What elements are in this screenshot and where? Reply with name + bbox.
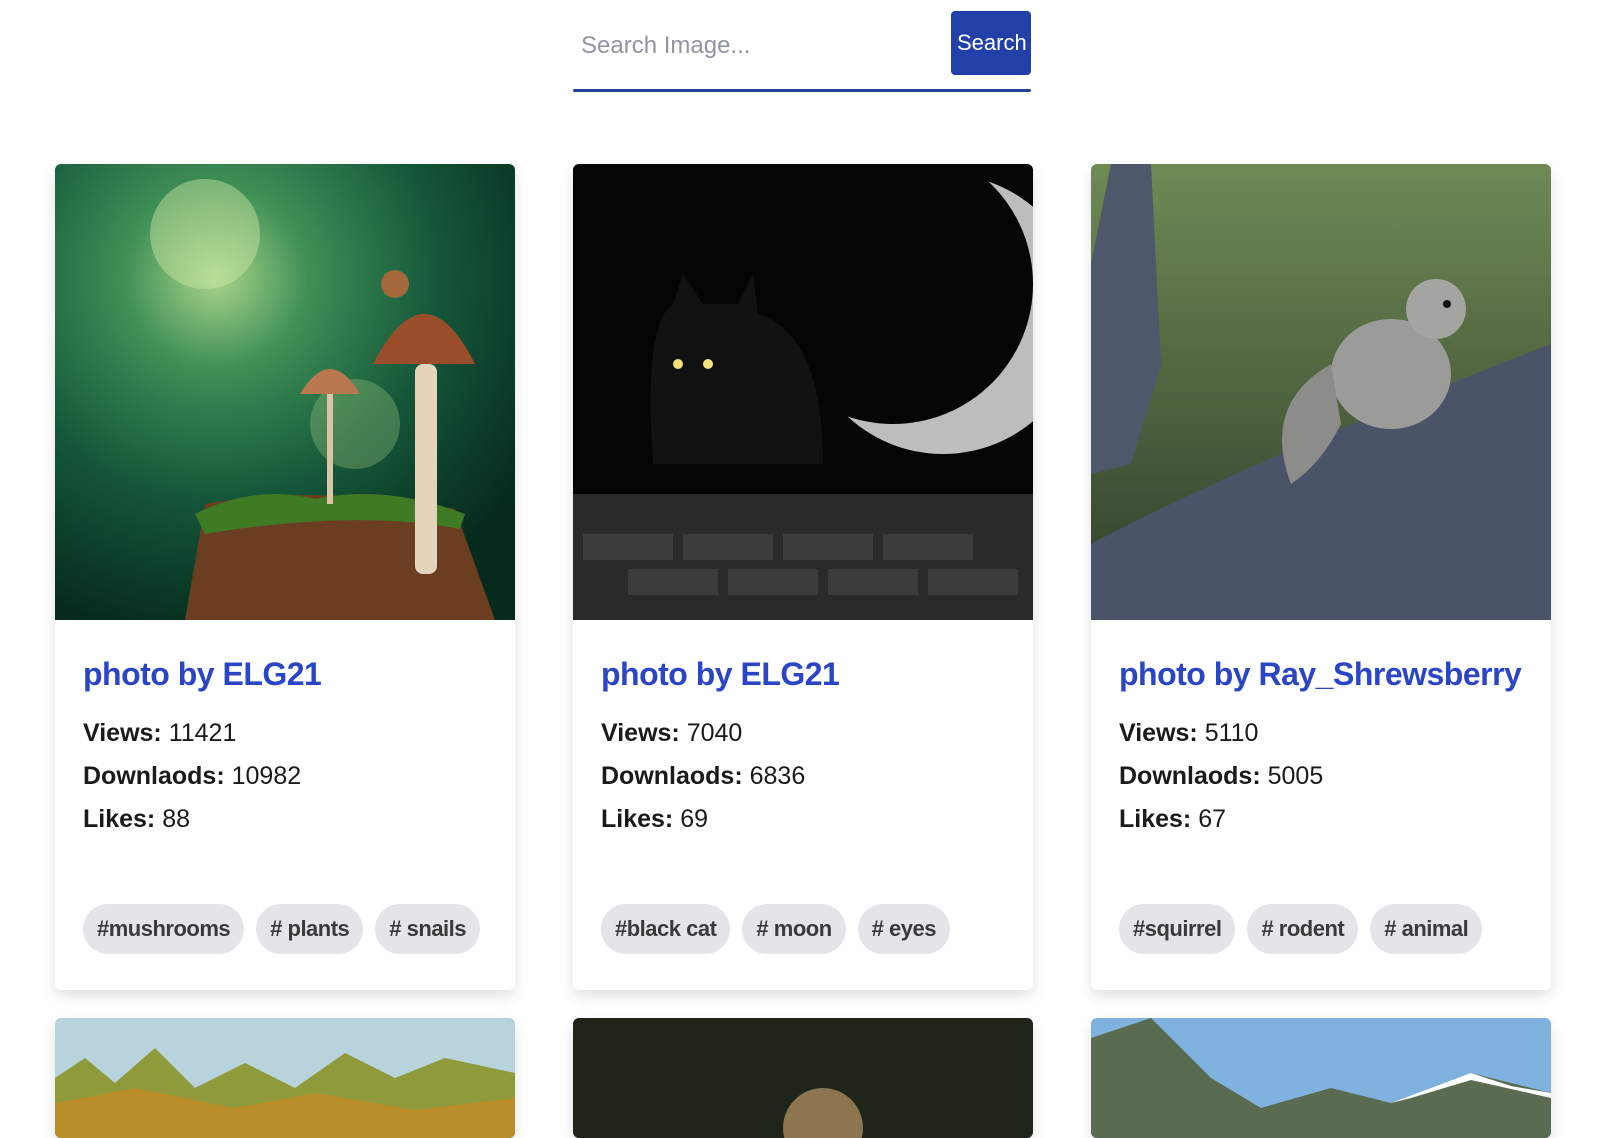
views-stat: Views: 11421 [83, 719, 487, 748]
likes-label: Likes: [1119, 805, 1192, 833]
search-bar: Search [573, 10, 1031, 92]
downloads-stat: Downlaods: 10982 [83, 762, 487, 791]
views-value: 7040 [686, 719, 743, 747]
tag-list: #mushrooms # plants # snails [83, 904, 481, 954]
tag-chip[interactable]: # plants [256, 904, 364, 954]
likes-value: 88 [162, 805, 191, 833]
downloads-label: Downlaods: [83, 762, 225, 790]
views-value: 11421 [168, 719, 237, 747]
tag-chip[interactable]: #squirrel [1119, 904, 1236, 954]
downloads-label: Downlaods: [601, 762, 743, 790]
card-image-black-cat[interactable] [573, 164, 1033, 620]
tag-chip[interactable]: # snails [375, 904, 481, 954]
tag-list: #squirrel # rodent # animal [1119, 904, 1483, 954]
downloads-value: 5005 [1267, 762, 1324, 790]
card-title[interactable]: photo by Ray_Shrewsberry [1119, 656, 1523, 693]
likes-value: 69 [680, 805, 709, 833]
tag-chip[interactable]: #black cat [601, 904, 731, 954]
views-stat: Views: 7040 [601, 719, 1005, 748]
downloads-label: Downlaods: [1119, 762, 1261, 790]
tag-chip[interactable]: # rodent [1247, 904, 1359, 954]
image-card[interactable] [1091, 1018, 1551, 1138]
card-body: photo by Ray_Shrewsberry Views: 5110 Dow… [1091, 620, 1551, 990]
likes-stat: Likes: 88 [83, 805, 487, 834]
image-card[interactable] [55, 1018, 515, 1138]
search-button[interactable]: Search [951, 11, 1031, 75]
downloads-value: 10982 [231, 762, 302, 790]
likes-label: Likes: [601, 805, 674, 833]
views-stat: Views: 5110 [1119, 719, 1523, 748]
card-body: photo by ELG21 Views: 11421 Downlaods: 1… [55, 620, 515, 990]
likes-label: Likes: [83, 805, 156, 833]
downloads-stat: Downlaods: 6836 [601, 762, 1005, 791]
views-label: Views: [1119, 719, 1198, 747]
likes-stat: Likes: 67 [1119, 805, 1523, 834]
tag-chip[interactable]: #mushrooms [83, 904, 245, 954]
search-underline [573, 89, 1031, 92]
views-value: 5110 [1204, 719, 1259, 747]
views-label: Views: [601, 719, 680, 747]
card-title[interactable]: photo by ELG21 [601, 656, 1005, 693]
card-title[interactable]: photo by ELG21 [83, 656, 487, 693]
downloads-stat: Downlaods: 5005 [1119, 762, 1523, 791]
image-card[interactable]: photo by ELG21 Views: 7040 Downlaods: 68… [573, 164, 1033, 990]
card-image-forest[interactable] [55, 1018, 515, 1138]
search-input[interactable] [573, 10, 943, 82]
tag-chip[interactable]: # moon [742, 904, 846, 954]
image-card[interactable]: photo by Ray_Shrewsberry Views: 5110 Dow… [1091, 164, 1551, 990]
tag-list: #black cat # moon # eyes [601, 904, 950, 954]
card-image-dark-animal[interactable] [573, 1018, 1033, 1138]
views-label: Views: [83, 719, 162, 747]
image-card[interactable]: photo by ELG21 Views: 11421 Downlaods: 1… [55, 164, 515, 990]
likes-value: 67 [1198, 805, 1227, 833]
card-image-mountains[interactable] [1091, 1018, 1551, 1138]
image-card[interactable] [573, 1018, 1033, 1138]
tag-chip[interactable]: # animal [1370, 904, 1483, 954]
likes-stat: Likes: 69 [601, 805, 1005, 834]
card-image-squirrel[interactable] [1091, 164, 1551, 620]
tag-chip[interactable]: # eyes [857, 904, 950, 954]
card-body: photo by ELG21 Views: 7040 Downlaods: 68… [573, 620, 1033, 990]
downloads-value: 6836 [749, 762, 806, 790]
card-image-mushrooms[interactable] [55, 164, 515, 620]
